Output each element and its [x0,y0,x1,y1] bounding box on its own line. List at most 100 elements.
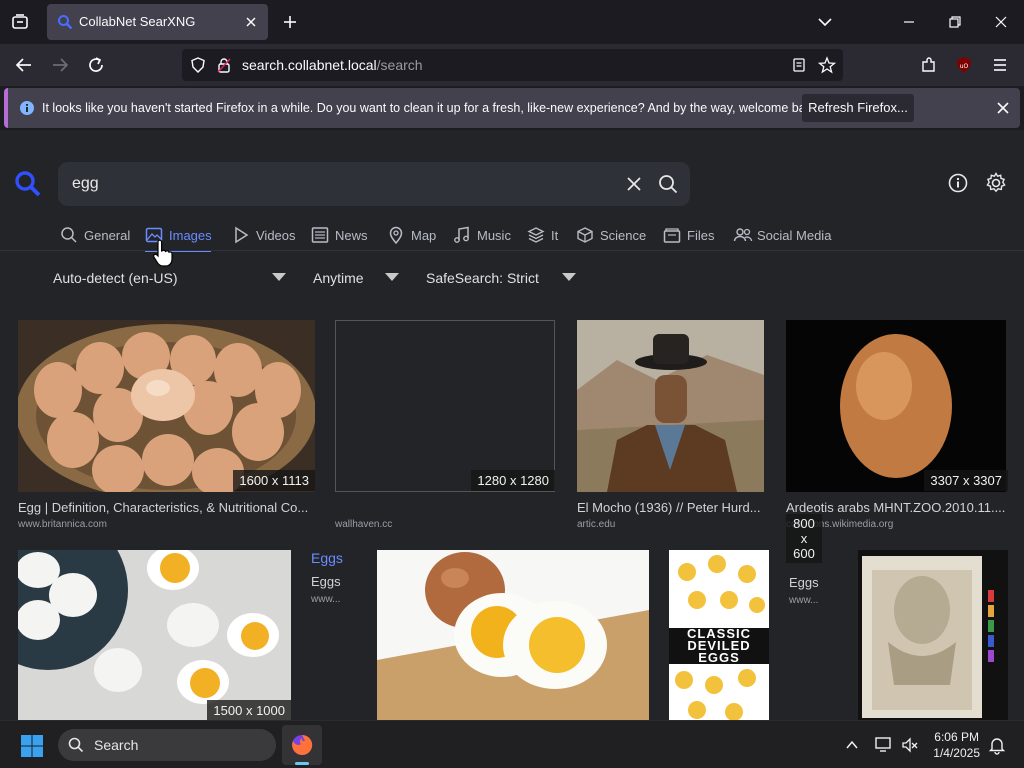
image-result[interactable]: 3307 x 3307 Ardeotis arabs MHNT.ZOO.2010… [786,320,1008,532]
search-icon [68,737,84,753]
url-path: /search [376,57,423,73]
tab-social-media-label: Social Media [757,228,832,243]
tab-science-label: Science [600,228,647,243]
tab-overview-icon[interactable] [11,13,29,31]
ublock-origin-icon[interactable]: uO [955,56,973,74]
reload-icon[interactable] [86,55,106,75]
result-thumbnail [18,320,315,492]
close-notification-icon[interactable] [994,99,1012,117]
hand-cursor-icon [153,240,173,267]
refresh-firefox-notification: It looks like you haven't started Firefo… [4,88,1020,128]
search-submit-icon[interactable] [658,174,678,194]
system-clock[interactable]: 6:06 PM 1/4/2025 [933,729,980,761]
app-menu-icon[interactable] [991,56,1009,74]
bookmark-star-icon[interactable] [818,56,836,74]
search-icon [61,227,77,243]
close-window-icon[interactable] [993,14,1009,30]
result-source: www... [311,594,341,605]
safesearch-select[interactable]: SafeSearch: Strict [426,270,539,286]
preferences-gear-icon[interactable] [985,172,1007,194]
result-source: artic.edu [577,519,616,530]
layers-icon [527,227,545,243]
tab-general[interactable]: General [60,226,130,246]
tab-close-icon[interactable] [242,13,260,31]
tab-collabnet-searxng[interactable]: CollabNet SearXNG [47,4,268,40]
tab-files[interactable]: Files [663,226,715,246]
people-icon [733,228,753,242]
back-icon[interactable] [14,55,34,75]
result-source: www... [789,595,819,606]
taskbar-search-label: Search [94,737,139,753]
network-icon[interactable] [873,735,893,755]
tracking-protection-shield-icon[interactable] [190,57,206,73]
refresh-firefox-button[interactable]: Refresh Firefox... [802,94,914,122]
tab-videos-label: Videos [256,228,296,243]
clock-date: 1/4/2025 [933,746,980,760]
time-range-select[interactable]: Anytime [313,270,364,286]
image-result[interactable]: El Mocho (1936) // Peter Hurd... artic.e… [577,320,767,532]
map-pin-icon [389,226,403,244]
image-result[interactable]: 1500 x 1000 [18,550,291,720]
language-select[interactable]: Auto-detect (en-US) [53,270,178,286]
show-hidden-icons-chevron-icon[interactable] [845,738,859,752]
tab-map[interactable]: Map [387,226,437,246]
list-tabs-icon[interactable] [817,14,833,30]
result-alt-text: Eggs [311,574,341,589]
taskbar-search[interactable]: Search [58,729,276,761]
volume-muted-icon[interactable] [900,735,920,755]
image-result-broken[interactable]: Eggs Eggs www... [311,550,371,610]
tab-images-label: Images [169,228,212,243]
image-result-broken[interactable]: Eggs www... [789,575,849,610]
result-thumbnail [377,550,649,720]
url-host: search.collabnet.local [242,57,377,73]
windows-start-icon[interactable] [20,734,44,758]
reader-view-icon[interactable] [791,57,807,73]
windows-taskbar: Search 6:06 PM 1/4/2025 [0,720,1024,768]
taskbar-firefox-button[interactable] [282,725,322,765]
image-result[interactable]: 1280 x 1280 wallhaven.cc [335,320,556,532]
image-result[interactable] [858,550,1008,720]
clear-search-icon[interactable] [626,176,642,192]
searxng-logo-icon[interactable] [14,170,42,198]
minimize-icon[interactable] [901,14,917,30]
search-input[interactable]: egg [72,175,99,193]
play-icon [235,226,249,244]
image-dimensions: 1600 x 1113 [233,470,315,491]
image-dimensions: 1500 x 1000 [207,700,291,720]
tab-social-media[interactable]: Social Media [733,226,832,246]
safesearch-dropdown-chevron-icon[interactable] [562,273,576,281]
image-result[interactable] [377,550,649,720]
image-dimensions: 800 x 600 [786,514,822,563]
about-info-icon[interactable] [948,173,968,193]
result-title[interactable]: Egg | Definition, Characteristics, & Nut… [18,500,315,515]
result-thumbnail [577,320,764,492]
screen: CollabNet SearXNG search.collabnet.local… [0,0,1024,768]
cube-icon [577,227,593,243]
language-dropdown-chevron-icon[interactable] [272,273,286,281]
forward-icon[interactable] [50,55,70,75]
time-range-dropdown-chevron-icon[interactable] [385,273,399,281]
image-result[interactable]: 1600 x 1113 Egg | Definition, Characteri… [18,320,315,532]
result-title[interactable]: Ardeotis arabs MHNT.ZOO.2010.11.... [786,500,1006,515]
result-title[interactable]: El Mocho (1936) // Peter Hurd... [577,500,764,515]
search-box[interactable]: egg [58,162,690,206]
tab-strip: CollabNet SearXNG [0,0,1024,44]
tab-science[interactable]: Science [576,226,647,246]
tab-it[interactable]: It [527,226,561,246]
insecure-lock-icon[interactable] [216,57,232,73]
info-icon [20,101,34,115]
result-thumbnail-placeholder [335,320,555,492]
files-icon [663,228,681,243]
result-alt-text: Eggs [789,575,819,590]
tab-videos[interactable]: Videos [232,226,296,246]
tab-map-label: Map [411,228,437,243]
extensions-icon[interactable] [920,56,938,74]
tab-news[interactable]: News [311,226,368,246]
image-result[interactable]: CLASSIC DEVILED EGGS [669,550,769,720]
result-title[interactable]: Eggs [311,550,343,566]
tab-music[interactable]: Music [453,226,511,246]
new-tab-icon[interactable] [281,13,299,31]
restore-icon[interactable] [947,14,963,30]
notifications-bell-icon[interactable] [987,735,1007,755]
url-bar[interactable]: search.collabnet.local/search [182,49,843,81]
